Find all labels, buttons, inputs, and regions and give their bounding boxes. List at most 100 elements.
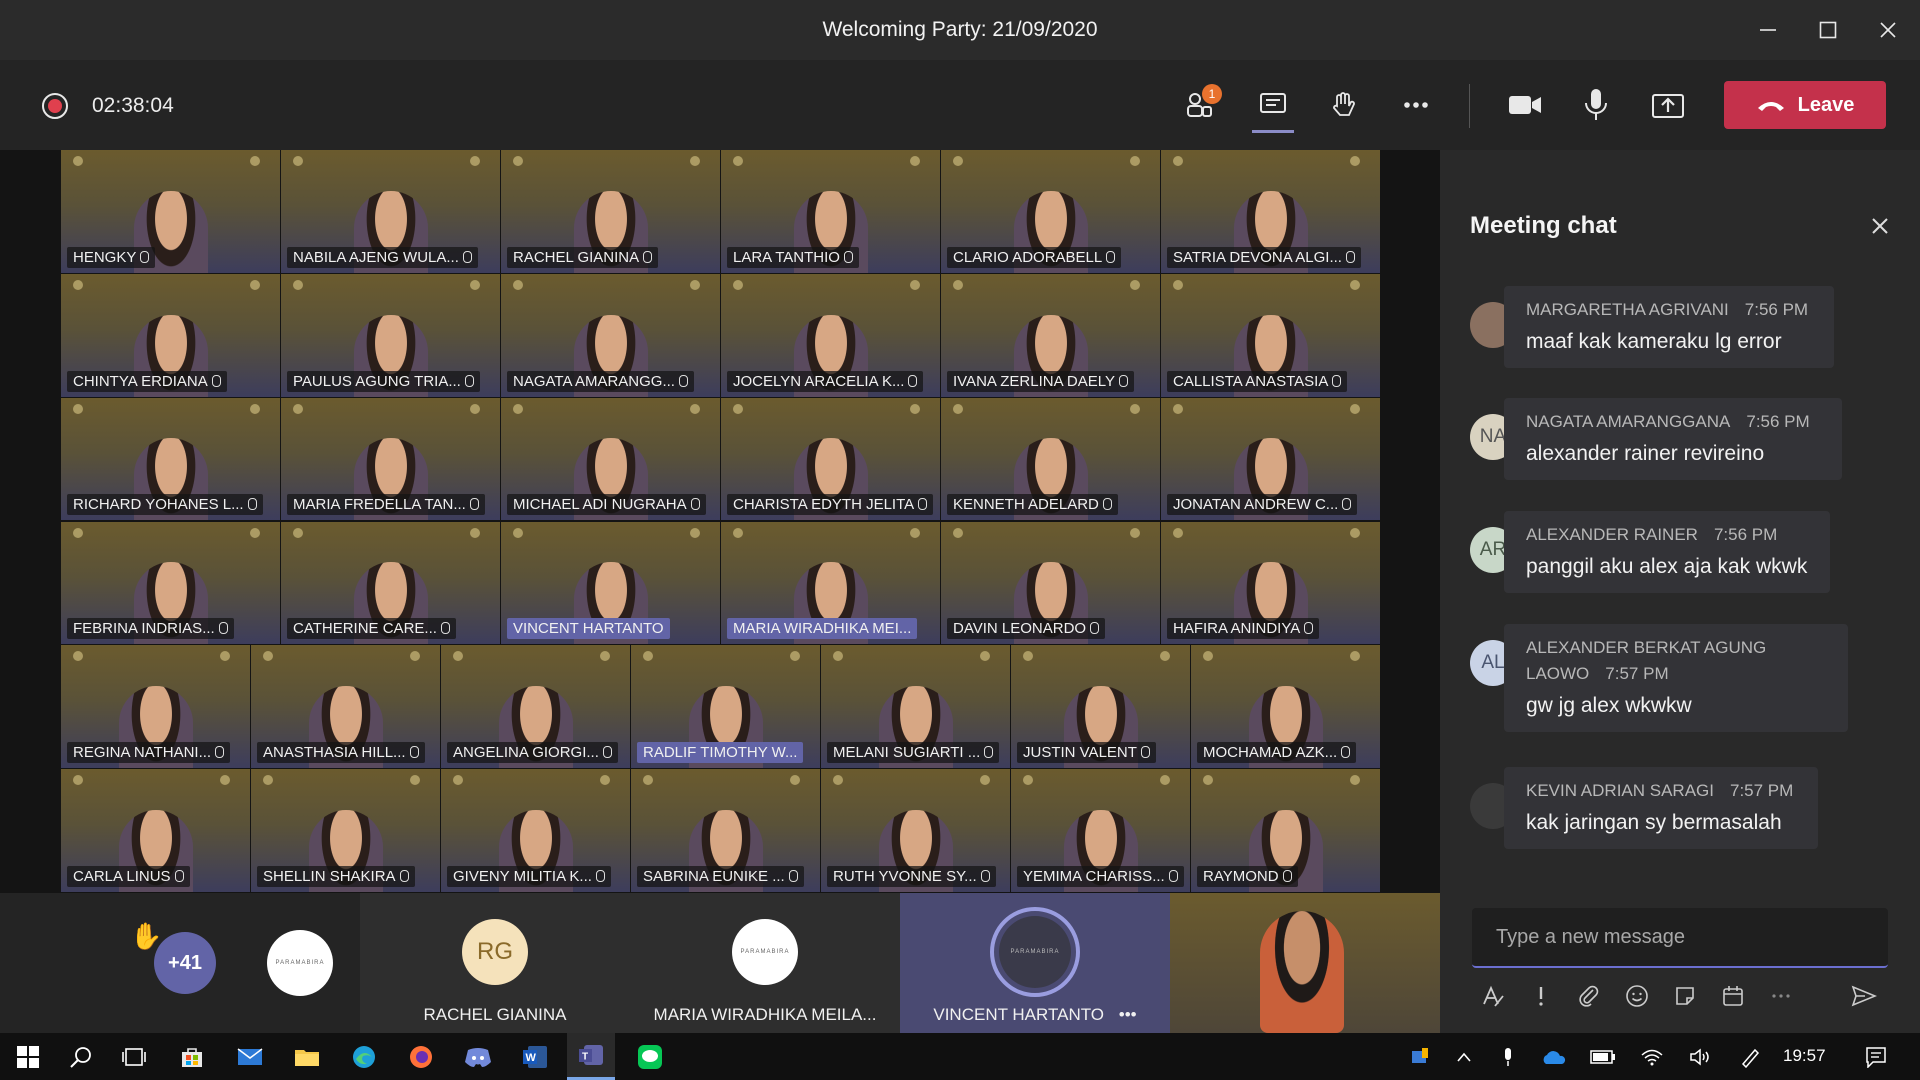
participant-video-tile[interactable]: ANASTHASIA HILL... [251, 645, 440, 769]
more-options-button[interactable] [1765, 980, 1797, 1012]
participant-video-tile[interactable]: GIVENY MILITIA K... [441, 769, 630, 892]
participant-tile-maria[interactable]: PARAMABIRA MARIA WIRADHIKA MEILA... [630, 893, 900, 1033]
background-lamp [410, 651, 420, 662]
pen-status[interactable] [1732, 1033, 1768, 1080]
participant-video-tile[interactable]: CATHERINE CARE... [281, 521, 500, 645]
store-app[interactable] [168, 1033, 216, 1080]
format-button[interactable] [1477, 980, 1509, 1012]
participant-video-tile[interactable]: PAULUS AGUNG TRIA... [281, 273, 500, 397]
participant-video-tile[interactable]: MELANI SUGIARTI ... [821, 645, 1010, 769]
participant-video-tile[interactable]: REGINA NATHANI... [61, 645, 250, 769]
participant-video-tile[interactable]: CALLISTA ANASTASIA [1161, 273, 1380, 397]
mail-app[interactable] [226, 1033, 274, 1080]
leave-button[interactable]: Leave [1724, 81, 1886, 129]
participant-video-tile[interactable]: MICHAEL ADI NUGRAHA [501, 397, 720, 521]
participant-name-label: REGINA NATHANI... [67, 742, 231, 764]
wifi-status[interactable] [1634, 1033, 1670, 1080]
participants-button[interactable]: 1 [1174, 80, 1224, 130]
participant-video-tile[interactable]: RADLIF TIMOTHY W... [631, 645, 820, 769]
minimize-button[interactable] [1738, 0, 1798, 60]
tile-more-icon[interactable]: ••• [1119, 1005, 1137, 1024]
camera-button[interactable] [1500, 80, 1550, 130]
message-bubble[interactable]: ALEXANDER RAINER 7:56 PM panggil aku alex… [1504, 511, 1830, 593]
send-button[interactable] [1848, 980, 1880, 1012]
participant-video-tile[interactable]: CLARIO ADORABELL [941, 150, 1160, 273]
raise-hand-button[interactable] [1318, 80, 1368, 130]
microphone-button[interactable] [1571, 80, 1621, 130]
emoji-button[interactable] [1621, 980, 1653, 1012]
schedule-button[interactable] [1717, 980, 1749, 1012]
participant-video-tile[interactable]: FEBRINA INDRIAS... [61, 521, 280, 645]
participant-name-label: SHELLIN SHAKIRA [257, 865, 415, 887]
participant-video-tile[interactable]: RICHARD YOHANES L... [61, 397, 280, 521]
participant-video-tile[interactable]: HENGKY [61, 150, 280, 273]
participant-video-tile[interactable]: ANGELINA GIORGI... [441, 645, 630, 769]
compose-message-input[interactable]: Type a new message [1472, 908, 1888, 968]
participant-video-tile[interactable]: YEMIMA CHARISS... [1011, 769, 1190, 892]
close-window-button[interactable] [1858, 0, 1918, 60]
background-lamp [1130, 156, 1140, 166]
line-app[interactable] [626, 1033, 674, 1080]
participant-video-tile[interactable]: SHELLIN SHAKIRA [251, 769, 440, 892]
edge-app[interactable] [340, 1033, 388, 1080]
participant-video-tile[interactable]: VINCENT HARTANTO [501, 521, 720, 645]
participant-video-tile[interactable]: SABRINA EUNIKE ... [631, 769, 820, 892]
participant-video-tile[interactable]: CHARISTA EDYTH JELITA [721, 397, 940, 521]
participant-video-tile[interactable]: MARIA WIRADHIKA MEI... [721, 521, 940, 645]
mic-muted-icon [1332, 374, 1342, 387]
volume-status[interactable] [1683, 1033, 1719, 1080]
participant-video-tile[interactable]: KENNETH ADELARD [941, 397, 1160, 521]
notification-app-icon[interactable] [1404, 1033, 1436, 1080]
background-lamp [1173, 279, 1183, 290]
start-button[interactable] [4, 1033, 52, 1080]
participant-video-tile[interactable]: NABILA AJENG WULA... [281, 150, 500, 273]
task-view-button[interactable] [110, 1033, 158, 1080]
participant-video-tile[interactable]: MOCHAMAD AZK... [1191, 645, 1380, 769]
participant-video-tile[interactable]: SATRIA DEVONA ALGI... [1161, 150, 1380, 273]
participant-video-tile[interactable]: RACHEL GIANINA [501, 150, 720, 273]
participant-video-tile[interactable]: MARIA FREDELLA TAN... [281, 397, 500, 521]
message-bubble[interactable]: MARGARETHA AGRIVANI 7:56 PM maaf kak kame… [1504, 286, 1834, 368]
participant-tile-logo[interactable]: PARAMABIRA [240, 893, 360, 1033]
overflow-participants[interactable]: ✋ +41 [110, 893, 230, 1033]
sticker-button[interactable] [1669, 980, 1701, 1012]
participant-tile-rachel[interactable]: RG RACHEL GIANINA [360, 893, 630, 1033]
participant-video-tile[interactable]: RAYMOND [1191, 769, 1380, 892]
close-chat-button[interactable] [1870, 216, 1890, 241]
attach-button[interactable] [1573, 980, 1605, 1012]
chat-button[interactable] [1248, 80, 1298, 130]
priority-button[interactable] [1525, 980, 1557, 1012]
participant-video-tile[interactable]: JONATAN ANDREW C... [1161, 397, 1380, 521]
message-bubble[interactable]: ALEXANDER BERKAT AGUNG LAOWO 7:57 PM gw j… [1504, 624, 1848, 732]
share-screen-button[interactable] [1643, 80, 1693, 130]
teams-app[interactable]: T [567, 1033, 615, 1080]
battery-status[interactable] [1585, 1033, 1621, 1080]
participant-video-tile[interactable]: CHINTYA ERDIANA [61, 273, 280, 397]
firefox-app[interactable] [397, 1033, 445, 1080]
participant-video-tile[interactable]: DAVIN LEONARDO [941, 521, 1160, 645]
word-app[interactable]: W [511, 1033, 559, 1080]
search-button[interactable] [57, 1033, 105, 1080]
message-bubble[interactable]: KEVIN ADRIAN SARAGI 7:57 PM kak jaringan … [1504, 767, 1818, 849]
participant-video-tile[interactable]: HAFIRA ANINDIYA [1161, 521, 1380, 645]
more-actions-button[interactable] [1391, 80, 1441, 130]
participant-video-tile[interactable]: NAGATA AMARANGG... [501, 273, 720, 397]
participant-video-tile[interactable]: CARLA LINUS [61, 769, 250, 892]
background-lamp [513, 403, 523, 414]
message-time: 7:57 PM [1605, 664, 1669, 683]
file-explorer-app[interactable] [283, 1033, 331, 1080]
participant-video-tile[interactable]: JUSTIN VALENT [1011, 645, 1190, 769]
discord-app[interactable] [454, 1033, 502, 1080]
message-bubble[interactable]: NAGATA AMARANGGANA 7:56 PM alexander rain… [1504, 398, 1842, 480]
participant-video-tile[interactable]: IVANA ZERLINA DAELY [941, 273, 1160, 397]
participant-tile-vincent[interactable]: PARAMABIRA VINCENT HARTANTO ••• [900, 893, 1170, 1033]
action-center-button[interactable] [1852, 1033, 1900, 1080]
background-lamp [790, 651, 800, 662]
mic-status[interactable] [1492, 1033, 1524, 1080]
maximize-button[interactable] [1798, 0, 1858, 60]
participant-video-tile[interactable]: LARA TANTHIO [721, 150, 940, 273]
participant-video-tile[interactable]: RUTH YVONNE SY... [821, 769, 1010, 892]
show-hidden-icons-button[interactable] [1448, 1033, 1480, 1080]
onedrive-status[interactable] [1536, 1033, 1572, 1080]
participant-video-tile[interactable]: JOCELYN ARACELIA K... [721, 273, 940, 397]
